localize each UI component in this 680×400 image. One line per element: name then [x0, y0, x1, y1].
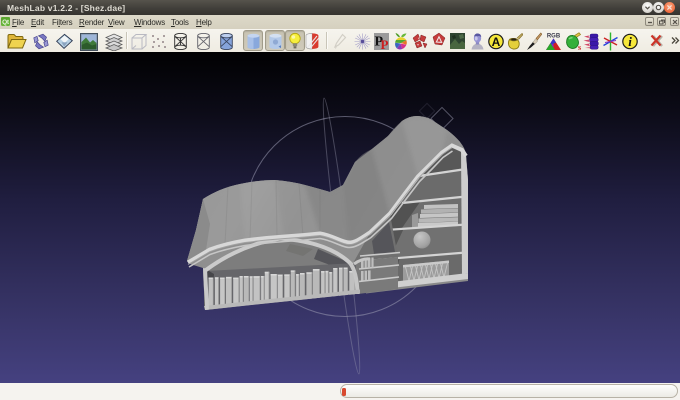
svg-text:RGB: RGB — [547, 34, 561, 40]
svg-text:A: A — [492, 35, 501, 49]
svg-text:P: P — [381, 37, 389, 50]
svg-text:s: s — [578, 43, 581, 51]
svg-text:Qt: Qt — [2, 19, 10, 26]
svg-text:i: i — [628, 34, 632, 49]
